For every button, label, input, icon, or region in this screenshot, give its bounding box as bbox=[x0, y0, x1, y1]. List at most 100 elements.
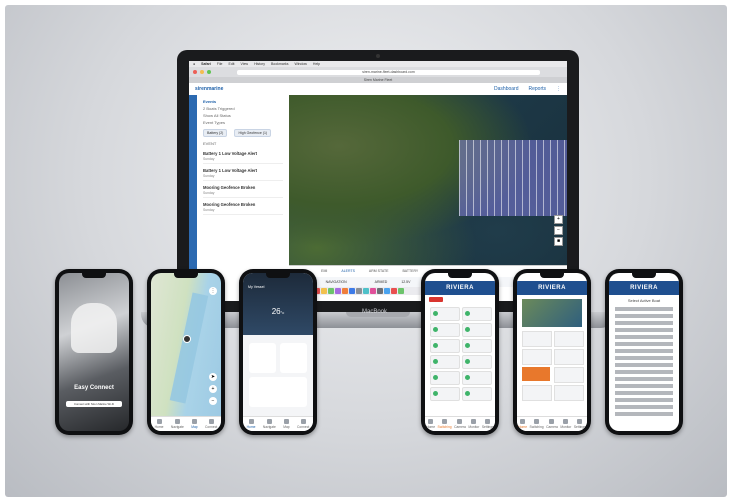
tab-navigate[interactable]: Navigate bbox=[263, 419, 276, 429]
promo-canvas: ● Safari File Edit View History Bookmark… bbox=[5, 5, 727, 497]
switch-button[interactable] bbox=[430, 355, 460, 369]
gauge-tile[interactable] bbox=[522, 331, 552, 347]
tab-switching[interactable]: Switching bbox=[530, 419, 544, 429]
switch-button[interactable] bbox=[430, 323, 460, 337]
list-item[interactable] bbox=[615, 356, 673, 360]
tab-home[interactable]: Home bbox=[518, 419, 527, 429]
tab-map[interactable]: Map bbox=[191, 419, 197, 429]
more-options-icon[interactable]: ⋮ bbox=[209, 287, 217, 295]
switch-button[interactable] bbox=[430, 371, 460, 385]
map-thumbnail[interactable] bbox=[522, 299, 582, 327]
list-item[interactable] bbox=[615, 321, 673, 325]
alert-tile[interactable] bbox=[522, 367, 550, 381]
nav-reports[interactable]: Reports bbox=[528, 86, 546, 92]
tab-monitor[interactable]: Monitor bbox=[560, 419, 571, 429]
layers-button[interactable]: ■ bbox=[554, 237, 563, 246]
security-tile[interactable] bbox=[280, 343, 307, 373]
minimize-window-button[interactable] bbox=[200, 70, 204, 74]
laptop-screen: ● Safari File Edit View History Bookmark… bbox=[189, 61, 567, 301]
list-item[interactable] bbox=[615, 307, 673, 311]
tab-connect[interactable]: Connect bbox=[297, 419, 309, 429]
filter-pill-geofence[interactable]: High Geofence (1) bbox=[234, 129, 272, 137]
close-window-button[interactable] bbox=[193, 70, 197, 74]
list-item[interactable] bbox=[615, 412, 673, 416]
satellite-map[interactable]: + − ■ bbox=[289, 95, 567, 265]
menu-history[interactable]: History bbox=[254, 62, 265, 66]
filter-pill-battery[interactable]: Battery (2) bbox=[203, 129, 228, 137]
switch-button[interactable] bbox=[430, 307, 460, 321]
address-bar[interactable]: siren-marine-fleet-dashboard.com bbox=[237, 69, 540, 75]
list-item[interactable] bbox=[615, 328, 673, 332]
list-item[interactable] bbox=[615, 370, 673, 374]
menu-view[interactable]: View bbox=[241, 62, 249, 66]
switch-button[interactable] bbox=[462, 339, 492, 353]
list-item[interactable]: Mooring Geofence Broken Sunday bbox=[203, 183, 283, 198]
list-item[interactable] bbox=[615, 405, 673, 409]
switch-button[interactable] bbox=[462, 323, 492, 337]
menu-bookmarks[interactable]: Bookmarks bbox=[271, 62, 289, 66]
menu-window[interactable]: Window bbox=[294, 62, 306, 66]
list-item[interactable] bbox=[615, 391, 673, 395]
tab-home[interactable]: Home bbox=[247, 419, 256, 429]
status-filter[interactable]: Show All Status bbox=[197, 112, 289, 119]
gauge-tile[interactable] bbox=[522, 385, 552, 401]
more-menu-icon[interactable]: ⋮ bbox=[556, 86, 561, 92]
boat-name[interactable]: My Vessel bbox=[248, 285, 264, 289]
menu-help[interactable]: Help bbox=[313, 62, 320, 66]
tab-switching[interactable]: Switching bbox=[438, 419, 452, 429]
tab-camera[interactable]: Camera bbox=[546, 419, 558, 429]
list-item[interactable] bbox=[615, 342, 673, 346]
zoom-in-icon[interactable]: + bbox=[209, 385, 217, 393]
switch-button[interactable] bbox=[462, 387, 492, 401]
siren-marine-logo: sirenmarine bbox=[195, 86, 224, 92]
tab-navigate[interactable]: Navigate bbox=[171, 419, 184, 429]
list-item[interactable] bbox=[615, 363, 673, 367]
column-emi[interactable]: EMI bbox=[321, 269, 327, 273]
locate-me-icon[interactable]: ➤ bbox=[209, 373, 217, 381]
switch-button[interactable] bbox=[430, 339, 460, 353]
connect-wifi-button[interactable]: Connect with Siren Marine Wi-Fi bbox=[66, 401, 122, 407]
gauge-tile[interactable] bbox=[554, 367, 584, 383]
apple-icon[interactable]: ● bbox=[193, 62, 195, 66]
column-alerts[interactable]: ALERTS bbox=[341, 269, 355, 273]
list-item[interactable]: Mooring Geofence Broken Sunday bbox=[203, 200, 283, 215]
switch-button[interactable] bbox=[462, 371, 492, 385]
list-item[interactable] bbox=[615, 384, 673, 388]
switch-button[interactable] bbox=[462, 355, 492, 369]
tab-connect[interactable]: Connect bbox=[205, 419, 217, 429]
list-item[interactable] bbox=[615, 335, 673, 339]
list-item[interactable] bbox=[615, 377, 673, 381]
tab-settings[interactable]: Settings bbox=[574, 419, 586, 429]
switch-button[interactable] bbox=[462, 307, 492, 321]
list-item[interactable] bbox=[615, 349, 673, 353]
menu-file[interactable]: File bbox=[217, 62, 223, 66]
tab-camera[interactable]: Camera bbox=[454, 419, 466, 429]
switch-button[interactable] bbox=[430, 387, 460, 401]
zoom-out-button[interactable]: − bbox=[554, 226, 563, 235]
list-item[interactable] bbox=[615, 314, 673, 318]
tab-settings[interactable]: Settings bbox=[482, 419, 494, 429]
gauge-tile[interactable] bbox=[522, 349, 552, 365]
tab-map[interactable]: Map bbox=[283, 419, 289, 429]
tab-home[interactable]: Home bbox=[155, 419, 164, 429]
boat-location-icon[interactable] bbox=[183, 335, 191, 343]
menu-safari[interactable]: Safari bbox=[201, 62, 211, 66]
list-item[interactable]: Battery 1 Low Voltage Alert Sunday bbox=[203, 149, 283, 164]
zoom-in-button[interactable]: + bbox=[554, 215, 563, 224]
nav-dashboard[interactable]: Dashboard bbox=[494, 86, 518, 92]
menu-edit[interactable]: Edit bbox=[229, 62, 235, 66]
gauge-tile[interactable] bbox=[554, 331, 584, 347]
zoom-window-button[interactable] bbox=[207, 70, 211, 74]
list-item[interactable] bbox=[615, 398, 673, 402]
tab-monitor[interactable]: Monitor bbox=[468, 419, 479, 429]
battery-tile[interactable] bbox=[249, 343, 276, 373]
sensors-tile[interactable] bbox=[249, 377, 307, 407]
event-type-filter[interactable]: Event Types bbox=[197, 119, 289, 126]
zoom-out-icon[interactable]: − bbox=[209, 397, 217, 405]
gauge-tile[interactable] bbox=[554, 385, 584, 401]
list-item[interactable]: Battery 1 Low Voltage Alert Sunday bbox=[203, 166, 283, 181]
column-battery[interactable]: BATTERY bbox=[402, 269, 418, 273]
column-arm-state[interactable]: ARM STATE bbox=[369, 269, 389, 273]
tab-home[interactable]: Home bbox=[426, 419, 435, 429]
gauge-tile[interactable] bbox=[554, 349, 584, 365]
